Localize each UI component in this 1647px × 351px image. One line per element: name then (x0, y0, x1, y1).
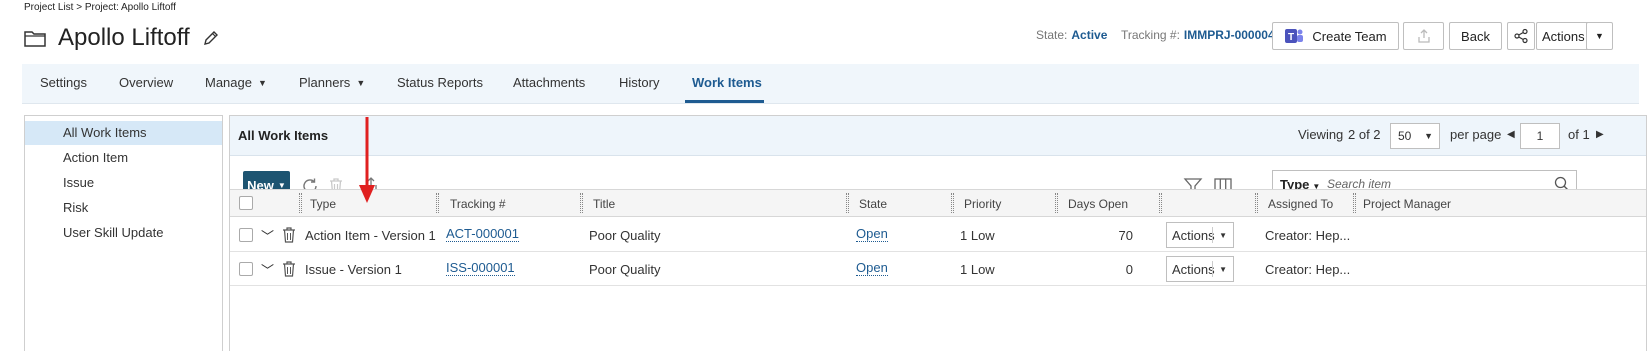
next-page-icon[interactable]: ▶ (1596, 129, 1604, 140)
work-items-panel: All Work Items Viewing 2 of 2 50 ▼ per pa… (229, 115, 1647, 351)
viewing-count: 2 of 2 (1348, 127, 1381, 142)
column-resize-handle[interactable] (436, 193, 439, 213)
tab-bar: Settings Overview Manage ▼ Planners ▼ Stat… (22, 64, 1639, 104)
column-header-type[interactable]: Type (310, 197, 336, 211)
nav-item-action-item[interactable]: Action Item (25, 146, 222, 170)
actions-dropdown-toggle[interactable]: ▼ (1586, 22, 1613, 50)
cell-tracking-link[interactable]: ACT-000001 (446, 226, 519, 242)
teams-icon: T (1285, 29, 1304, 43)
row-checkbox[interactable] (239, 228, 253, 242)
work-item-type-nav: All Work Items Action Item Issue Risk Us… (24, 115, 223, 351)
tracking-indicator: Tracking #: IMMPRJ-000004 (1121, 28, 1275, 42)
tab-work-items[interactable]: Work Items (692, 75, 762, 90)
delete-row-icon[interactable] (282, 261, 296, 277)
total-pages-label: of 1 (1568, 127, 1590, 142)
back-button[interactable]: Back (1449, 22, 1502, 50)
cell-title: Poor Quality (589, 228, 661, 243)
chevron-down-icon: ▼ (1424, 131, 1433, 141)
share-button[interactable] (1507, 22, 1535, 50)
tab-manage[interactable]: Manage ▼ (205, 75, 267, 90)
column-resize-handle[interactable] (299, 193, 302, 213)
column-header-assigned-to[interactable]: Assigned To (1268, 197, 1333, 211)
tracking-value: IMMPRJ-000004 (1183, 28, 1275, 42)
share-icon (1514, 28, 1528, 44)
tab-settings[interactable]: Settings (40, 75, 87, 90)
column-header-tracking[interactable]: Tracking # (450, 197, 506, 211)
nav-item-all-work-items[interactable]: All Work Items (25, 121, 222, 145)
column-header-project-manager[interactable]: Project Manager (1363, 197, 1451, 211)
edit-pencil-icon[interactable] (202, 29, 220, 47)
expand-chevron-icon[interactable]: ﹀ (261, 260, 274, 279)
select-all-checkbox[interactable] (239, 196, 253, 210)
column-resize-handle[interactable] (580, 193, 583, 213)
column-resize-handle[interactable] (846, 193, 849, 213)
tab-planners[interactable]: Planners ▼ (299, 75, 365, 90)
annotation-arrow-icon (359, 117, 375, 203)
page-number-input[interactable]: 1 (1520, 123, 1560, 149)
nav-item-risk[interactable]: Risk (25, 196, 222, 220)
chevron-down-icon: ▼ (1595, 31, 1604, 41)
page-title-row: Apollo Liftoff (24, 24, 220, 52)
column-resize-handle[interactable] (951, 193, 954, 213)
tab-attachments[interactable]: Attachments (513, 75, 585, 90)
page-title: Apollo Liftoff (58, 24, 190, 51)
row-checkbox[interactable] (239, 262, 253, 276)
table-row: ﹀ Issue - Version 1 ISS-000001 Poor Qual… (230, 252, 1646, 286)
row-actions-dropdown[interactable]: Actions ▼ (1166, 222, 1234, 248)
row-actions-dropdown[interactable]: Actions ▼ (1166, 256, 1234, 282)
export-button[interactable] (1403, 22, 1444, 50)
state-value: Active (1071, 28, 1108, 42)
breadcrumb[interactable]: Project List > Project: Apollo Liftoff (24, 2, 176, 13)
prev-page-icon[interactable]: ◀ (1507, 129, 1515, 140)
column-resize-handle[interactable] (1159, 193, 1162, 213)
panel-header: All Work Items Viewing 2 of 2 50 ▼ per pa… (230, 116, 1646, 156)
cell-type: Action Item - Version 1 (305, 228, 436, 243)
cell-state-link[interactable]: Open (856, 226, 888, 242)
folder-icon (24, 31, 46, 47)
cell-assigned-to: Creator: Hep... (1265, 262, 1351, 277)
caret-down-icon: ▼ (257, 78, 267, 88)
panel-title: All Work Items (238, 128, 329, 143)
state-indicator: State: Active (1036, 28, 1108, 42)
column-header-state[interactable]: State (859, 197, 887, 211)
cell-title: Poor Quality (589, 262, 661, 277)
table-row: ﹀ Action Item - Version 1 ACT-000001 Poo… (230, 218, 1646, 252)
per-page-label: per page (1450, 127, 1502, 142)
cell-assigned-to: Creator: Hep... (1265, 228, 1351, 243)
per-page-select[interactable]: 50 ▼ (1390, 123, 1440, 149)
grid-header: Type Tracking # Title State Priority Day… (230, 189, 1646, 217)
column-header-priority[interactable]: Priority (964, 197, 1001, 211)
chevron-down-icon: ▼ (1219, 230, 1227, 240)
cell-state-link[interactable]: Open (856, 260, 888, 276)
tab-history[interactable]: History (619, 75, 659, 90)
nav-item-user-skill-update[interactable]: User Skill Update (25, 221, 222, 245)
active-tab-indicator (685, 100, 764, 103)
caret-down-icon: ▼ (356, 78, 366, 88)
column-header-title[interactable]: Title (593, 197, 615, 211)
create-team-button[interactable]: T Create Team (1272, 22, 1399, 50)
tab-status-reports[interactable]: Status Reports (397, 75, 483, 90)
column-resize-handle[interactable] (1055, 193, 1058, 213)
chevron-down-icon: ▼ (1219, 264, 1227, 274)
cell-type: Issue - Version 1 (305, 262, 402, 277)
expand-chevron-icon[interactable]: ﹀ (261, 226, 274, 245)
cell-priority: 1 Low (960, 228, 995, 243)
share-export-icon (1417, 29, 1430, 43)
tab-overview[interactable]: Overview (119, 75, 173, 90)
column-header-days-open[interactable]: Days Open (1068, 197, 1128, 211)
cell-tracking-link[interactable]: ISS-000001 (446, 260, 515, 276)
column-resize-handle[interactable] (1255, 193, 1258, 213)
delete-row-icon[interactable] (282, 227, 296, 243)
nav-item-issue[interactable]: Issue (25, 171, 222, 195)
cell-priority: 1 Low (960, 262, 995, 277)
column-resize-handle[interactable] (1353, 193, 1356, 213)
svg-text:T: T (1288, 32, 1294, 43)
viewing-label: Viewing (1298, 127, 1344, 142)
